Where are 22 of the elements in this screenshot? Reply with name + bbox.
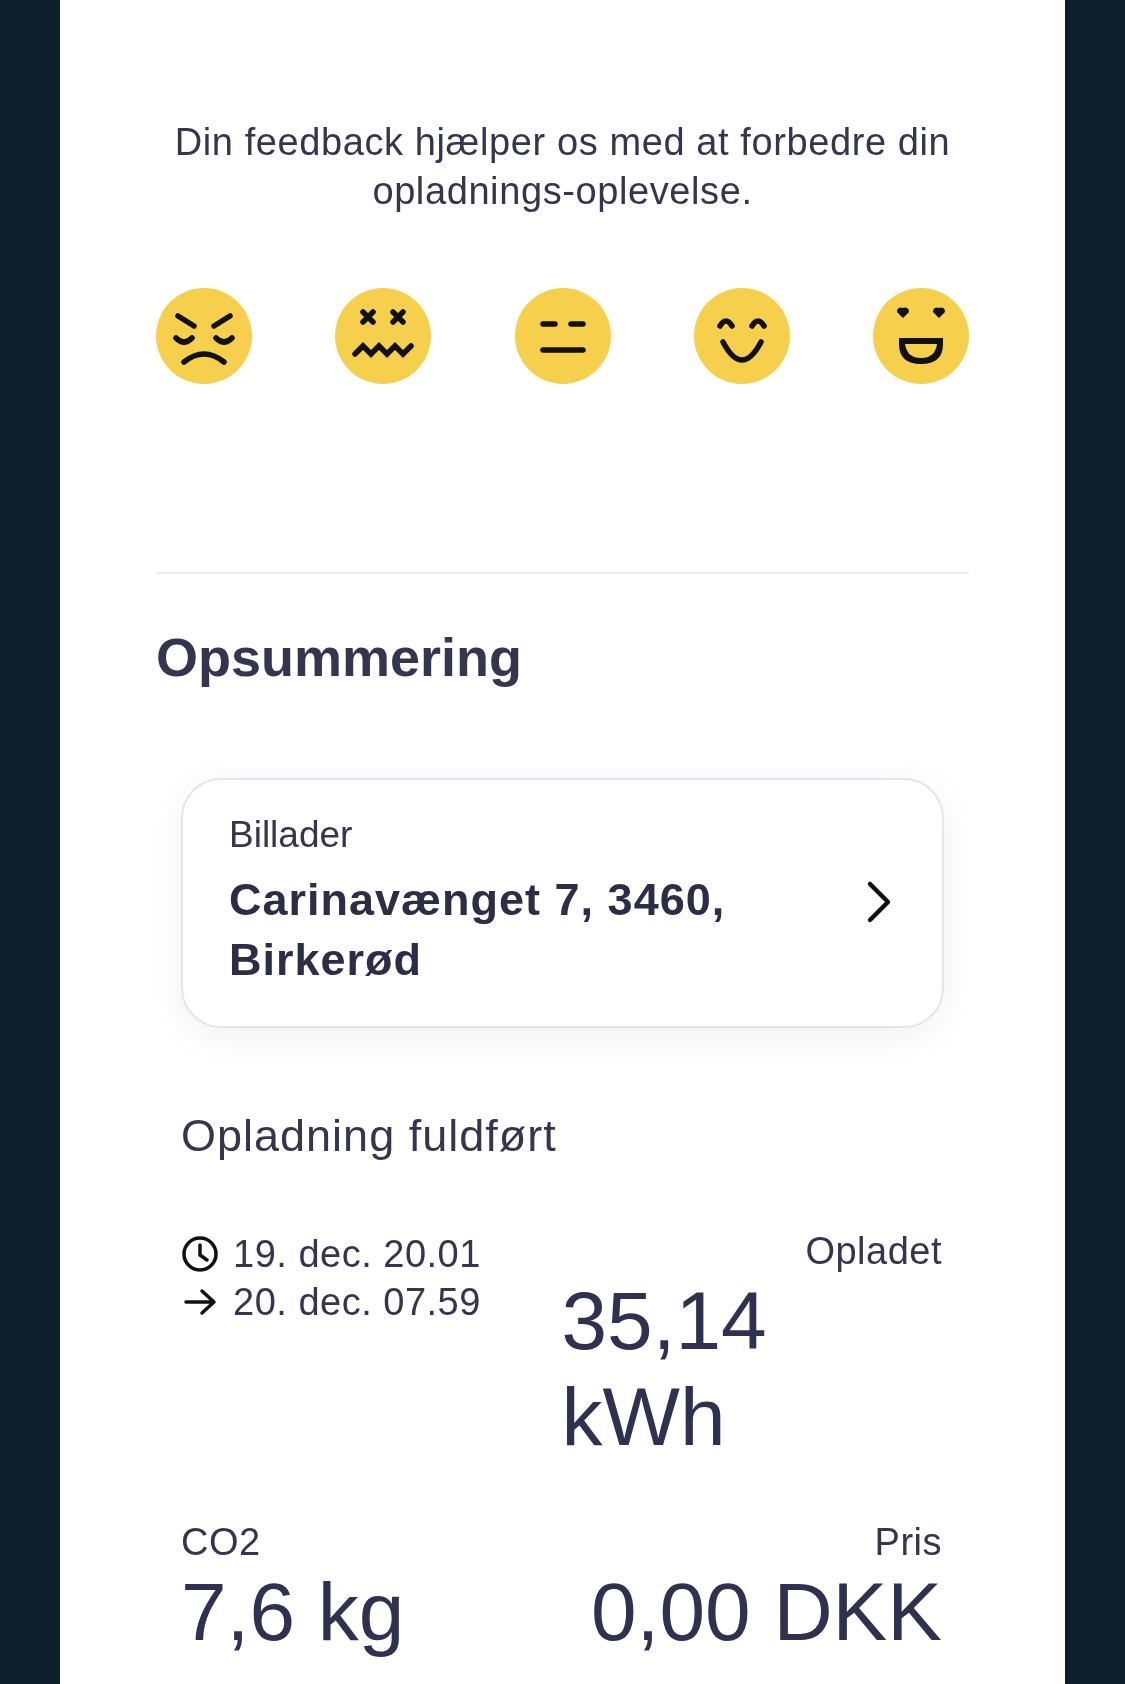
clock-icon [181,1235,219,1273]
charged-label: Opladet [805,1230,942,1273]
charger-card[interactable]: Billader Carinavænget 7, 3460, Birkerød [181,778,944,1028]
grinning-face-icon[interactable] [873,288,969,384]
end-time: 20. dec. 07.59 [233,1280,481,1325]
price-label: Pris [874,1521,942,1564]
chevron-right-icon [866,880,892,924]
smiling-face-icon[interactable] [693,288,790,384]
section-heading: Opsummering [156,626,524,688]
charged-value: 35,14 kWh [561,1274,768,1464]
start-time: 19. dec. 20.01 [233,1232,481,1277]
arrow-right-icon [181,1287,219,1317]
angry-face-icon[interactable] [156,288,252,384]
feedback-text: Din feedback hjælper os med at forbedre din opladnings-oplevelse. [173,120,952,214]
neutral-face-icon[interactable] [514,288,611,384]
charger-label: Billader [229,814,354,856]
dizzy-face-icon[interactable] [335,288,432,384]
co2-label: CO2 [181,1521,261,1564]
price-value: 0,00 DKK [591,1565,942,1659]
charging-status: Opladning fuldført [181,1110,558,1162]
co2-value: 7,6 kg [181,1565,405,1659]
charger-address: Carinavænget 7, 3460, Birkerød [229,873,727,987]
